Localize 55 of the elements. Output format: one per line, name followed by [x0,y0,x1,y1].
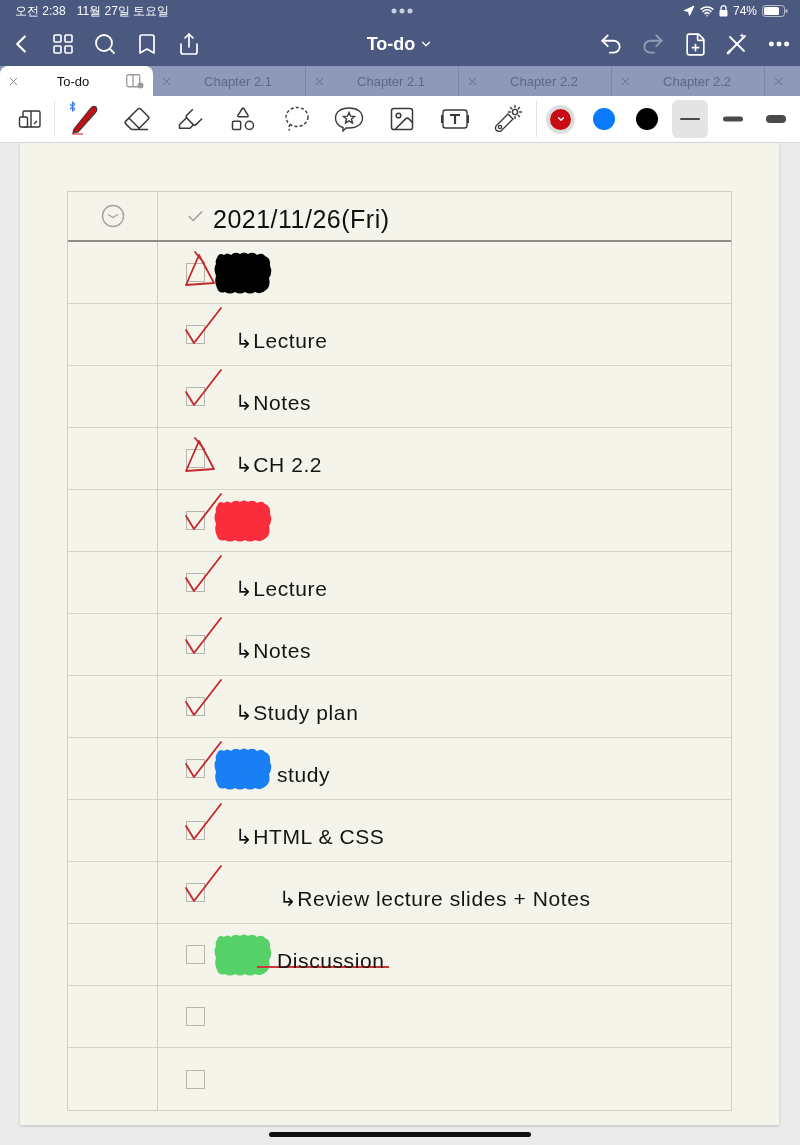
tab[interactable]: To-do [0,66,153,96]
checkbox[interactable] [186,697,205,716]
line-weight-icon [764,114,787,124]
task-text: ↳Review lecture slides + Notes [279,886,591,911]
checkbox[interactable] [186,573,205,592]
task-text: Discussion [277,948,385,973]
status-date: 11월 27일 토요일 [76,4,170,18]
share-icon[interactable] [177,32,201,56]
task-text: ↳HTML & CSS [235,824,385,849]
battery-icon [762,5,788,17]
split-view-icon[interactable] [126,73,144,89]
color-swatch[interactable] [635,108,658,130]
status-time: 오전 2:38 [15,4,66,18]
bluetooth-icon [67,101,78,112]
checkbox[interactable] [186,635,205,654]
checkbox[interactable] [186,821,205,840]
checkbox[interactable] [186,759,205,778]
task-text: ↳Notes [235,390,312,415]
task-text: ↳Lecture [235,328,328,353]
checkbox[interactable] [186,1007,205,1026]
sticker-icon[interactable] [333,106,364,132]
checkbox[interactable] [186,263,205,282]
cross-sparkle-icon[interactable] [725,32,749,56]
chevron-down-icon [555,114,566,124]
color-swatch[interactable] [592,108,615,130]
checkbox[interactable] [186,945,205,964]
date-heading: 2021/11/26(Fri) [213,203,390,234]
task-text: ↳Notes [235,638,312,663]
search-icon[interactable] [93,32,117,56]
color-swatch[interactable] [546,104,575,134]
grid-icon[interactable] [51,32,75,56]
task-text: ↳Study plan [235,700,359,725]
task-text: study [277,762,331,787]
checkbox[interactable] [186,325,205,344]
eraser-icon[interactable] [122,105,151,133]
line-weight-icon [721,114,744,124]
task-text: ↳Lecture [235,576,328,601]
checkbox[interactable] [186,511,205,530]
location-arrow-icon [682,5,695,17]
checkbox[interactable] [186,1069,205,1089]
checkbox[interactable] [186,387,205,406]
stroke-width-button[interactable] [671,100,708,138]
checkbox[interactable] [186,449,205,468]
text-box-icon[interactable] [440,107,469,131]
laser-pointer-icon[interactable] [492,104,523,134]
lock-icon [718,5,728,17]
checkbox[interactable] [186,883,205,902]
multitask-dots-icon[interactable] [390,8,413,14]
document-title[interactable]: To-do [362,31,438,57]
undo-icon[interactable] [598,31,624,57]
task-text: ↳CH 2.2 [235,452,323,477]
wifi-icon [699,4,714,18]
page-layout-icon[interactable] [18,108,42,130]
battery-percent: 74% [732,4,757,18]
clock-icon [100,204,125,228]
